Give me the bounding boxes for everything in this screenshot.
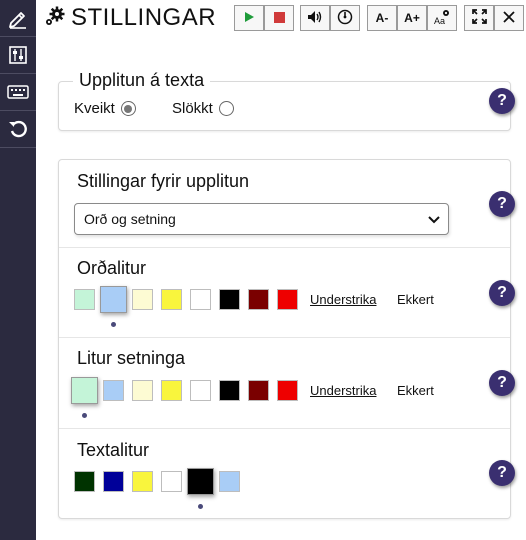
keyboard-icon bbox=[7, 84, 29, 100]
radio-on-control[interactable] bbox=[120, 101, 136, 116]
color-swatch[interactable] bbox=[248, 289, 269, 310]
color-swatch[interactable] bbox=[190, 289, 211, 310]
color-swatch[interactable] bbox=[187, 468, 214, 495]
word-none-option[interactable]: Ekkert bbox=[397, 292, 434, 307]
help-button-text-color[interactable]: ? bbox=[489, 460, 515, 486]
color-swatch[interactable] bbox=[190, 380, 211, 401]
sidebar-item-keyboard[interactable] bbox=[0, 74, 36, 111]
page-title: STILLINGAR bbox=[71, 4, 217, 31]
color-swatch[interactable] bbox=[161, 471, 182, 492]
color-swatch[interactable] bbox=[103, 471, 124, 492]
color-swatch[interactable] bbox=[71, 377, 98, 404]
stop-icon bbox=[273, 11, 285, 26]
help-button-word-color[interactable]: ? bbox=[489, 280, 515, 306]
radio-off[interactable]: Slökkt bbox=[172, 100, 234, 117]
color-swatch[interactable] bbox=[161, 380, 182, 401]
sidebar-item-highlight[interactable] bbox=[0, 0, 36, 37]
close-icon bbox=[503, 10, 515, 26]
divider bbox=[59, 428, 510, 429]
help-button-sentence-color[interactable]: ? bbox=[489, 370, 515, 396]
color-swatch[interactable] bbox=[219, 380, 240, 401]
font-larger-label: A+ bbox=[404, 11, 420, 25]
sentence-none-option[interactable]: Ekkert bbox=[397, 383, 434, 398]
pen-icon bbox=[7, 7, 29, 29]
close-button[interactable] bbox=[494, 5, 524, 31]
highlight-mode-value: Orð og setning bbox=[84, 211, 176, 227]
color-swatch[interactable] bbox=[248, 380, 269, 401]
play-icon bbox=[243, 11, 255, 26]
color-swatch[interactable] bbox=[277, 289, 298, 310]
selected-indicator bbox=[198, 504, 203, 509]
divider bbox=[59, 247, 510, 248]
sentence-color-title: Litur setninga bbox=[77, 348, 186, 368]
color-swatch[interactable] bbox=[100, 286, 127, 313]
header: STILLINGAR A- A+ Aa bbox=[36, 0, 526, 36]
word-underline-link[interactable]: Understrika bbox=[310, 292, 376, 307]
sidebar bbox=[0, 0, 36, 540]
color-swatch[interactable] bbox=[132, 289, 153, 310]
highlight-toggle-legend: Upplitun á texta bbox=[73, 70, 211, 91]
color-swatch[interactable] bbox=[161, 289, 182, 310]
sliders-icon bbox=[8, 45, 28, 65]
color-swatch[interactable] bbox=[74, 471, 95, 492]
radio-off-label: Slökkt bbox=[172, 100, 213, 117]
divider bbox=[59, 337, 510, 338]
color-swatch[interactable] bbox=[277, 380, 298, 401]
sentence-underline-link[interactable]: Understrika bbox=[310, 383, 376, 398]
radio-on[interactable]: Kveikt bbox=[74, 100, 136, 117]
gears-icon bbox=[44, 5, 66, 32]
color-swatch[interactable] bbox=[74, 289, 95, 310]
help-button-settings[interactable]: ? bbox=[489, 191, 515, 217]
word-color-title: Orðalitur bbox=[77, 258, 147, 278]
stop-button[interactable] bbox=[264, 5, 294, 31]
font-smaller-label: A- bbox=[375, 11, 389, 25]
color-swatch[interactable] bbox=[219, 471, 240, 492]
radio-on-label: Kveikt bbox=[74, 100, 115, 117]
highlight-settings-title: Stillingar fyrir upplitun bbox=[77, 171, 250, 191]
speaker-icon bbox=[307, 10, 323, 27]
volume-button[interactable] bbox=[300, 5, 330, 31]
color-swatch[interactable] bbox=[132, 471, 153, 492]
sidebar-item-settings[interactable] bbox=[0, 37, 36, 74]
text-settings-button[interactable]: Aa bbox=[427, 5, 457, 31]
play-button[interactable] bbox=[234, 5, 264, 31]
reset-icon bbox=[8, 119, 28, 139]
highlight-mode-select[interactable]: Orð og setning bbox=[74, 203, 449, 235]
selected-indicator bbox=[82, 413, 87, 418]
sidebar-item-reset[interactable] bbox=[0, 111, 36, 148]
radio-off-control[interactable] bbox=[218, 101, 234, 116]
help-button-highlight[interactable]: ? bbox=[489, 88, 515, 114]
color-swatch[interactable] bbox=[219, 289, 240, 310]
color-swatch[interactable] bbox=[103, 380, 124, 401]
svg-text:Aa: Aa bbox=[434, 16, 445, 26]
font-gear-icon: Aa bbox=[433, 8, 451, 29]
selected-indicator bbox=[111, 322, 116, 327]
speedometer-icon bbox=[337, 9, 353, 28]
color-swatch[interactable] bbox=[132, 380, 153, 401]
fullscreen-button[interactable] bbox=[464, 5, 494, 31]
font-smaller-button[interactable]: A- bbox=[367, 5, 397, 31]
text-color-title: Textalitur bbox=[77, 440, 150, 460]
chevron-down-icon bbox=[427, 212, 441, 229]
speed-button[interactable] bbox=[330, 5, 360, 31]
font-larger-button[interactable]: A+ bbox=[397, 5, 427, 31]
expand-icon bbox=[471, 9, 487, 27]
